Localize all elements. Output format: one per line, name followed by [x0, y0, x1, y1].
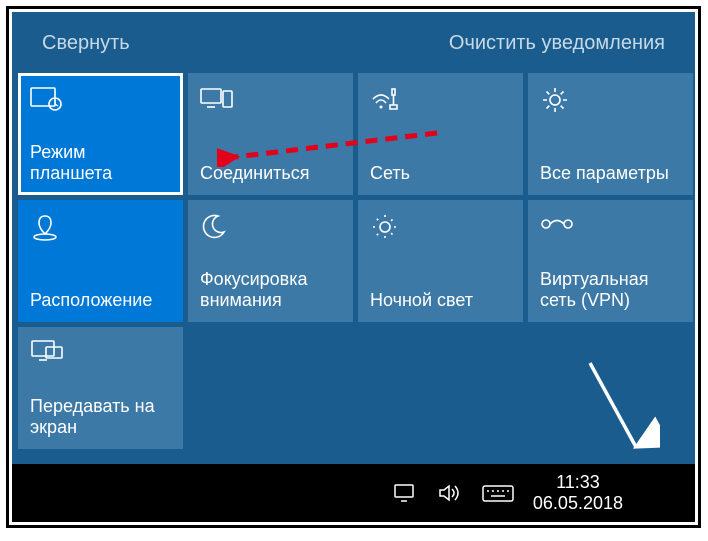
tile-network[interactable]: Сеть	[358, 73, 523, 195]
keyboard-tray-icon[interactable]	[481, 482, 515, 504]
tile-label: Виртуальная сеть (VPN)	[540, 269, 681, 312]
project-screen-icon	[30, 339, 171, 369]
tile-location[interactable]: Расположение	[18, 200, 183, 322]
network-tray-icon[interactable]	[393, 482, 419, 504]
action-center-tray-icon[interactable]	[641, 470, 687, 516]
clock-date: 06.05.2018	[533, 493, 623, 514]
settings-gear-icon	[540, 85, 681, 115]
tile-focus-assist[interactable]: Фокусировка внимания	[188, 200, 353, 322]
tile-label: Все параметры	[540, 163, 681, 185]
tile-label: Режим планшета	[30, 142, 171, 185]
taskbar-clock[interactable]: 11:33 06.05.2018	[533, 472, 623, 513]
tile-night-light[interactable]: Ночной свет	[358, 200, 523, 322]
action-center-panel: Свернуть Очистить уведомления Режим план…	[12, 12, 695, 467]
tile-vpn[interactable]: Виртуальная сеть (VPN)	[528, 200, 693, 322]
tile-project[interactable]: Передавать на экран	[18, 327, 183, 449]
moon-icon	[200, 212, 341, 242]
location-icon	[30, 212, 171, 242]
sun-icon	[370, 212, 511, 242]
taskbar: 11:33 06.05.2018	[12, 464, 695, 522]
tile-label: Передавать на экран	[30, 396, 171, 439]
clock-time: 11:33	[533, 472, 623, 493]
collapse-link[interactable]: Свернуть	[42, 32, 130, 55]
tile-label: Расположение	[30, 290, 171, 312]
network-icon	[370, 85, 511, 115]
tablet-mode-icon	[30, 85, 171, 115]
connect-icon	[200, 85, 341, 115]
tile-label: Ночной свет	[370, 290, 511, 312]
tile-connect[interactable]: Соединиться	[188, 73, 353, 195]
clear-notifications-link[interactable]: Очистить уведомления	[449, 32, 665, 55]
tile-label: Фокусировка внимания	[200, 269, 341, 312]
tile-label: Сеть	[370, 163, 511, 185]
volume-tray-icon[interactable]	[437, 482, 463, 504]
quick-action-tiles: Режим планшета Соединиться Сеть Все пара…	[12, 73, 695, 449]
tile-label: Соединиться	[200, 163, 341, 185]
tile-all-settings[interactable]: Все параметры	[528, 73, 693, 195]
vpn-icon	[540, 212, 681, 242]
tile-tablet-mode[interactable]: Режим планшета	[18, 73, 183, 195]
